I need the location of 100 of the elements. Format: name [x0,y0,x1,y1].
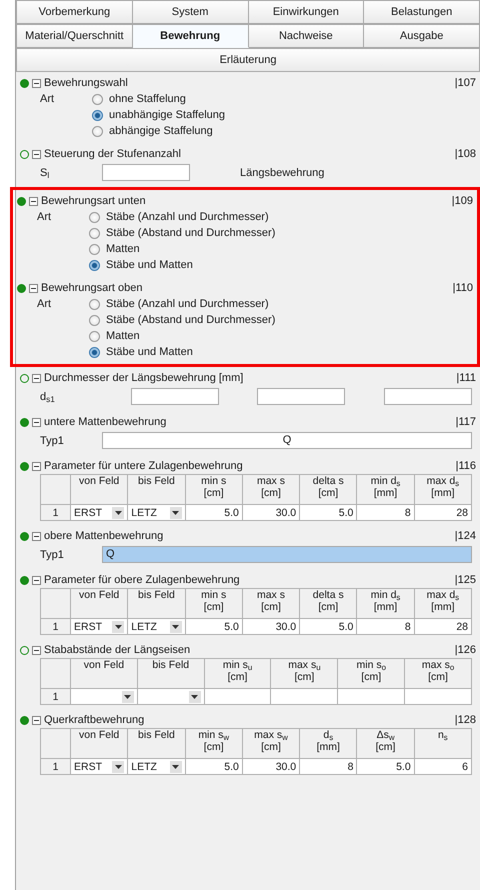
section-title: Steuerung der Stufenanzahl [44,147,181,162]
section-title: Bewehrungsart oben [41,281,143,296]
radio-button[interactable] [89,260,100,270]
row-number: 1 [40,618,70,634]
input-field[interactable] [102,164,190,181]
option-label[interactable]: Matten [106,328,140,344]
radio-button[interactable] [89,330,100,342]
input-field[interactable] [257,388,346,405]
row-number: 1 [40,688,70,704]
radio-button[interactable] [92,126,103,136]
dropdown-cell[interactable]: ERST [70,504,128,520]
dropdown-cell[interactable]: LETZ [128,758,186,774]
caret-icon[interactable] [122,690,134,702]
table-cell[interactable]: 30.0 [242,504,300,520]
collapse-icon[interactable] [32,462,41,470]
tab[interactable]: Belastungen [364,0,480,24]
section-number: |107 [454,76,476,91]
radio-button[interactable] [89,212,100,222]
section-title: obere Mattenbewehrung [44,529,164,544]
collapse-icon[interactable] [32,646,41,654]
row-number: 1 [40,504,70,520]
input-field[interactable] [130,388,219,405]
collapse-icon[interactable] [32,150,41,158]
collapse-icon[interactable] [32,418,41,426]
table-cell[interactable]: 30.0 [242,618,300,634]
option-label[interactable]: Stäbe (Anzahl und Durchmesser) [106,296,269,312]
table-cell[interactable]: 8 [356,618,414,634]
tab[interactable]: Einwirkungen [248,0,364,24]
tab[interactable]: Ausgabe [364,24,480,48]
radio-button[interactable] [92,94,103,104]
table-cell[interactable] [404,688,472,704]
table-cell[interactable]: 5.0 [300,504,357,520]
caret-icon[interactable] [112,506,124,518]
radio-button[interactable] [92,110,103,120]
collapse-icon[interactable] [32,532,41,540]
radio-button[interactable] [89,298,100,310]
collapse-icon[interactable] [32,78,41,88]
section-number: |111 [456,371,476,386]
section-number: |110 [452,281,473,296]
input-field[interactable]: Q [102,432,472,449]
collapse-icon[interactable] [32,576,41,584]
table-cell[interactable]: 6 [414,758,472,774]
table-cell[interactable]: 5.0 [185,618,242,634]
input-field[interactable] [384,388,472,405]
caret-icon[interactable] [188,690,201,702]
table-cell[interactable]: 5.0 [185,504,242,520]
tab[interactable]: System [132,0,248,24]
option-label[interactable]: Matten [106,241,140,257]
caret-icon[interactable] [170,506,182,518]
option-label[interactable]: abhängige Staffelung [109,123,213,139]
radio-button[interactable] [89,244,100,254]
collapse-icon[interactable] [29,284,38,292]
table-cell[interactable] [270,688,338,704]
section-title: Querkraftbewehrung [44,713,144,728]
option-label[interactable]: Stäbe (Abstand und Durchmesser) [106,225,276,241]
table-cell[interactable] [204,688,271,704]
section-number: |109 [452,194,473,209]
table-cell[interactable]: 28 [414,618,472,634]
radio-button[interactable] [89,314,100,326]
table-cell[interactable]: 8 [356,504,414,520]
table-cell[interactable] [338,688,405,704]
table-cell[interactable]: 30.0 [242,758,300,774]
table-cell[interactable]: 8 [300,758,357,774]
tab[interactable]: Nachweise [248,24,364,48]
option-label[interactable]: Stäbe (Abstand und Durchmesser) [106,312,276,328]
table-cell[interactable]: 5.0 [356,758,414,774]
option-label[interactable]: Stäbe (Anzahl und Durchmesser) [106,209,269,225]
tab[interactable]: Material/Querschnitt [16,24,133,48]
option-label[interactable]: Stäbe und Matten [106,344,193,360]
field-label: S$_{l}$ [40,166,50,180]
radio-button[interactable] [89,346,100,358]
table-cell[interactable]: 5.0 [185,758,242,774]
input-field[interactable]: Q [102,546,472,563]
option-label[interactable]: Stäbe und Matten [106,257,193,273]
table-cell[interactable]: 28 [414,504,472,520]
radio-button[interactable] [89,228,100,238]
collapse-icon[interactable] [29,196,38,206]
section-number: |117 [456,415,476,430]
dropdown-cell[interactable] [70,688,138,704]
collapse-icon[interactable] [32,716,41,724]
option-label[interactable]: unabhängige Staffelung [109,107,226,123]
caret-icon[interactable] [170,620,182,632]
dropdown-cell[interactable]: LETZ [128,618,186,634]
caret-icon[interactable] [170,760,182,772]
dropdown-cell[interactable] [137,688,204,704]
field-label: d$_{s1}$ [40,390,56,404]
section-number: |116 [456,459,476,474]
option-label[interactable]: ohne Staffelung [109,91,186,107]
table-cell[interactable]: 5.0 [300,618,357,634]
dropdown-cell[interactable]: ERST [70,758,128,774]
dropdown-cell[interactable]: LETZ [128,504,186,520]
dropdown-cell[interactable]: ERST [70,618,128,634]
collapse-icon[interactable] [32,374,41,382]
caret-icon[interactable] [112,620,124,632]
section-title: untere Mattenbewehrung [44,415,166,430]
section-title: Bewehrungsart unten [41,194,146,209]
tab[interactable]: Bewehrung [132,24,248,48]
tab[interactable]: Vorbemerkung [16,0,133,24]
tab[interactable]: Erläuterung [16,48,480,72]
caret-icon[interactable] [112,760,124,772]
